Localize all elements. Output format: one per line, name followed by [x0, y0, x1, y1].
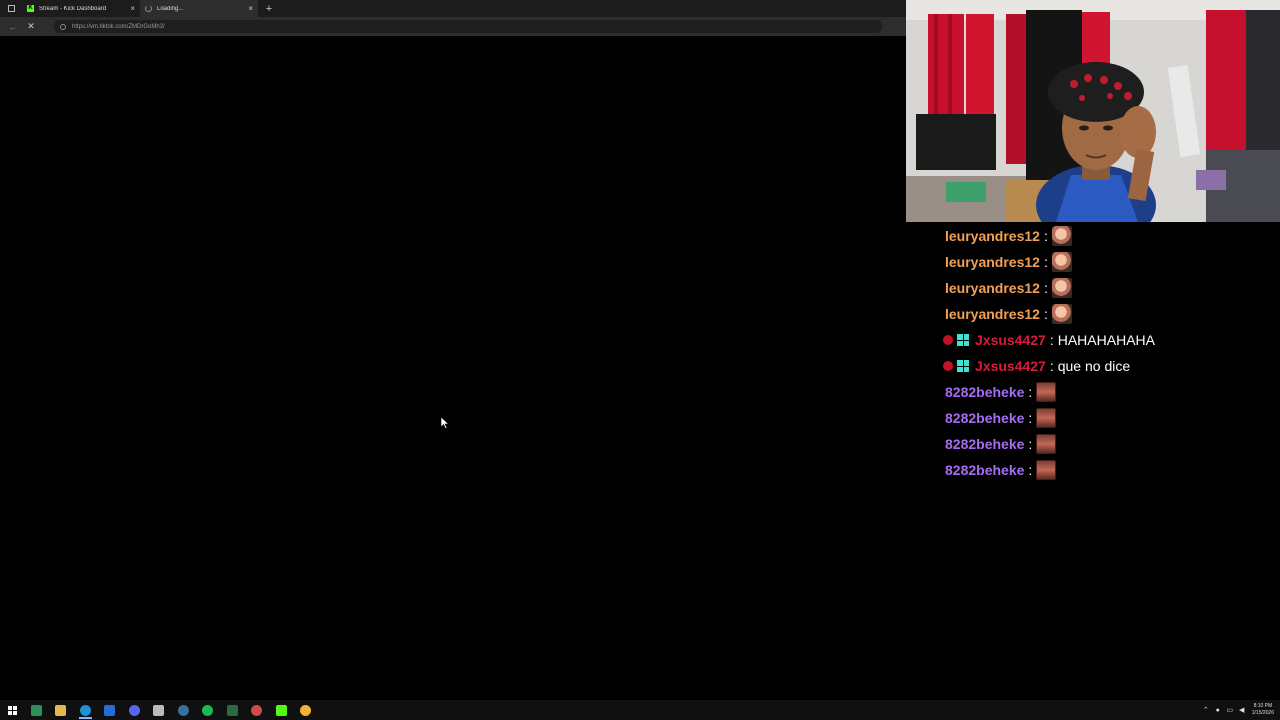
chat-message: leuryandres12:	[945, 277, 1072, 299]
chat-username[interactable]: leuryandres12	[945, 254, 1040, 270]
chat-message: leuryandres12:	[945, 251, 1072, 273]
tab-title: Loading...	[157, 5, 184, 12]
chat-username[interactable]: leuryandres12	[945, 228, 1040, 244]
chat-text: que no dice	[1057, 358, 1131, 374]
chat-emote-icon	[1051, 304, 1072, 324]
chat-message: leuryandres12:	[945, 225, 1072, 247]
chevron-up-icon[interactable]: ⌃	[1200, 706, 1212, 714]
steam-icon[interactable]	[171, 700, 196, 720]
chat-separator: :	[1049, 332, 1054, 348]
site-info-icon[interactable]	[60, 23, 66, 30]
chat-separator: :	[1028, 462, 1033, 478]
tab-title: Stream - Kick Dashboard	[39, 5, 107, 12]
stop-loading-button[interactable]: ✕	[24, 20, 38, 34]
chat-message: 8282beheke:	[945, 381, 1057, 403]
new-tab-button[interactable]: +	[262, 3, 276, 15]
mouse-cursor-icon	[441, 417, 449, 429]
chat-separator: :	[1049, 358, 1054, 374]
webcam-image	[906, 0, 1280, 222]
chat-separator: :	[1028, 384, 1033, 400]
chat-username[interactable]: 8282beheke	[945, 436, 1024, 452]
chat-text: HAHAHAHAHA	[1057, 332, 1155, 348]
chat-emote-icon	[1036, 434, 1057, 454]
close-tab-icon[interactable]: ×	[130, 4, 135, 13]
chat-emote-icon	[1051, 226, 1072, 246]
spotify-icon[interactable]	[196, 700, 221, 720]
chat-username[interactable]: 8282beheke	[945, 462, 1024, 478]
page-viewport[interactable]	[0, 36, 906, 700]
chat-separator: :	[1028, 410, 1033, 426]
chat-message: 8282beheke:	[945, 459, 1057, 481]
window-menu-icon[interactable]	[0, 0, 22, 17]
chat-username[interactable]: leuryandres12	[945, 280, 1040, 296]
subscriber-badge-icon	[943, 361, 953, 371]
address-bar[interactable]: https://vm.tiktok.com/ZMDrGoMh3/	[54, 20, 882, 33]
back-button[interactable]: ←	[6, 20, 20, 34]
obs-icon[interactable]	[245, 700, 270, 720]
moderator-badge-icon	[957, 360, 969, 372]
chat-message: Jxsus4427: HAHAHAHAHA	[943, 329, 1155, 351]
chat-separator: :	[1043, 228, 1048, 244]
chat-message: 8282beheke:	[945, 407, 1057, 429]
network-icon[interactable]: ▭	[1224, 706, 1236, 714]
taskbar-apps	[24, 700, 318, 720]
windows-taskbar: ⌃ ● ▭ ◀ 8:10 PM 1/15/2026	[0, 700, 1280, 720]
tab-kick-dashboard[interactable]: K Stream - Kick Dashboard ×	[22, 0, 140, 17]
chat-username[interactable]: 8282beheke	[945, 384, 1024, 400]
edge-icon[interactable]	[73, 700, 98, 720]
moderator-badge-icon	[957, 334, 969, 346]
discord-icon[interactable]	[122, 700, 147, 720]
chat-emote-icon	[1036, 382, 1057, 402]
clock[interactable]: 8:10 PM 1/15/2026	[1252, 703, 1274, 717]
kick-icon: K	[27, 5, 34, 12]
system-tray: ⌃ ● ▭ ◀ 8:10 PM 1/15/2026	[1200, 700, 1280, 720]
chat-separator: :	[1043, 254, 1048, 270]
chrome-icon[interactable]	[294, 700, 319, 720]
chat-message: 8282beheke:	[945, 433, 1057, 455]
chat-separator: :	[1028, 436, 1033, 452]
pen-icon[interactable]	[147, 700, 172, 720]
start-button[interactable]	[0, 700, 24, 720]
app-blue-icon[interactable]	[98, 700, 123, 720]
chat-emote-icon	[1036, 408, 1057, 428]
chat-message: Jxsus4427: que no dice	[943, 355, 1130, 377]
subscriber-badge-icon	[943, 335, 953, 345]
microphone-icon[interactable]: ●	[1212, 707, 1224, 714]
chat-emote-icon	[1036, 460, 1057, 480]
chat-separator: :	[1043, 280, 1048, 296]
webcam-feed	[906, 0, 1280, 222]
loading-spinner-icon	[145, 5, 152, 12]
url-text: https://vm.tiktok.com/ZMDrGoMh3/	[72, 23, 165, 30]
tab-loading[interactable]: Loading... ×	[140, 0, 258, 17]
terminal-icon[interactable]	[24, 700, 49, 720]
kick-icon[interactable]	[269, 700, 294, 720]
chat-username[interactable]: Jxsus4427	[975, 332, 1046, 348]
chat-separator: :	[1043, 306, 1048, 322]
app-dark-icon[interactable]	[220, 700, 245, 720]
close-tab-icon[interactable]: ×	[248, 4, 253, 13]
chat-overlay: leuryandres12: leuryandres12: leuryandres1…	[906, 222, 1280, 700]
screen: K Stream - Kick Dashboard × Loading... ×…	[0, 0, 1280, 720]
chat-message: leuryandres12:	[945, 303, 1072, 325]
chat-emote-icon	[1051, 278, 1072, 298]
chat-username[interactable]: 8282beheke	[945, 410, 1024, 426]
volume-icon[interactable]: ◀	[1236, 706, 1248, 714]
address-toolbar: ← ✕ https://vm.tiktok.com/ZMDrGoMh3/	[0, 17, 906, 36]
chat-emote-icon	[1051, 252, 1072, 272]
browser-tab-bar: K Stream - Kick Dashboard × Loading... ×…	[0, 0, 906, 17]
clock-date: 1/15/2026	[1251, 710, 1274, 716]
chat-username[interactable]: Jxsus4427	[975, 358, 1046, 374]
file-explorer-icon[interactable]	[49, 700, 74, 720]
clock-time: 8:10 PM	[1253, 703, 1273, 709]
chat-username[interactable]: leuryandres12	[945, 306, 1040, 322]
